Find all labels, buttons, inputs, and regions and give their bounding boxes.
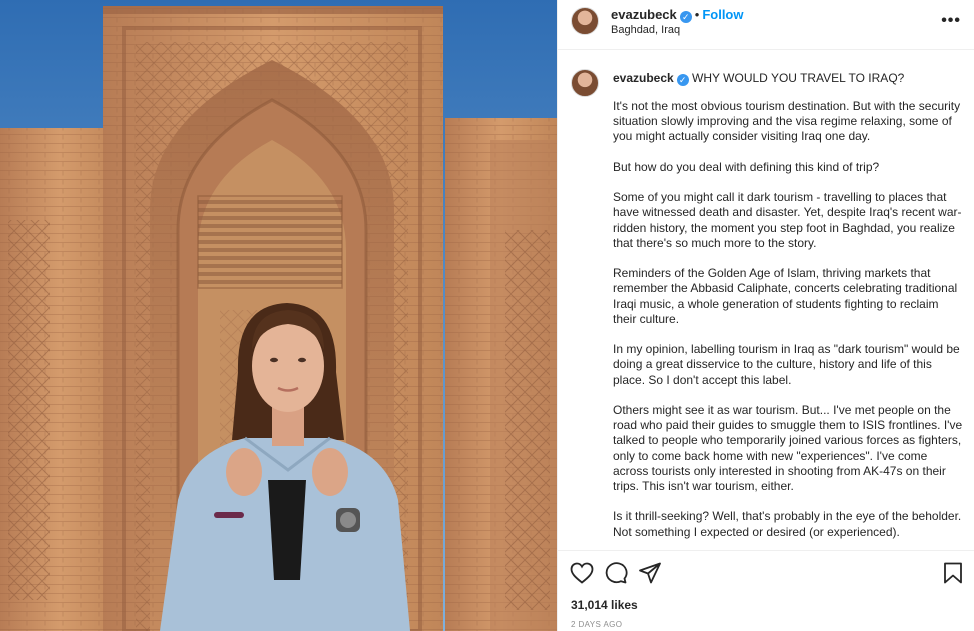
caption-body: It's not the most obvious tourism destin… bbox=[613, 99, 965, 549]
location-link[interactable]: Baghdad, Iraq bbox=[611, 24, 680, 36]
caption-avatar[interactable] bbox=[571, 69, 599, 97]
post-photo[interactable] bbox=[0, 0, 557, 631]
caption-paragraph: It's not the most obvious tourism destin… bbox=[613, 99, 961, 144]
caption-title-line: evazubeck ✓ WHY WOULD YOU TRAVEL TO IRAQ? bbox=[613, 71, 904, 86]
caption-title: WHY WOULD YOU TRAVEL TO IRAQ? bbox=[692, 71, 905, 85]
post-panel: evazubeck ✓ • Follow Baghdad, Iraq ••• evaz… bbox=[557, 0, 974, 631]
heart-icon[interactable] bbox=[570, 562, 594, 584]
verified-badge-icon: ✓ bbox=[679, 11, 692, 23]
like-count[interactable]: 31,014 likes bbox=[571, 598, 638, 612]
header-username[interactable]: evazubeck bbox=[611, 7, 677, 22]
more-options-icon[interactable]: ••• bbox=[941, 12, 961, 30]
comment-icon[interactable] bbox=[604, 562, 628, 584]
action-bar: 31,014 likes 2 DAYS AGO bbox=[558, 550, 974, 631]
caption-area[interactable]: evazubeck ✓ WHY WOULD YOU TRAVEL TO IRAQ?… bbox=[558, 51, 974, 549]
bookmark-icon[interactable] bbox=[943, 562, 963, 584]
caption-paragraph: In my opinion, labelling tourism in Iraq… bbox=[613, 342, 960, 387]
caption-paragraph: Reminders of the Golden Age of Islam, th… bbox=[613, 266, 958, 326]
post-date[interactable]: 2 DAYS AGO bbox=[571, 620, 622, 629]
avatar[interactable] bbox=[571, 7, 599, 35]
caption-username[interactable]: evazubeck bbox=[613, 71, 674, 85]
separator-dot: • bbox=[694, 7, 700, 22]
caption-paragraph: Is it thrill-seeking? Well, that's proba… bbox=[613, 509, 962, 539]
post-header: evazubeck ✓ • Follow Baghdad, Iraq ••• bbox=[558, 0, 974, 50]
header-user-line: evazubeck ✓ • Follow bbox=[611, 7, 744, 23]
verified-badge-icon: ✓ bbox=[676, 74, 689, 86]
caption-paragraph: Some of you might call it dark tourism -… bbox=[613, 190, 962, 250]
caption-paragraph: But how do you deal with defining this k… bbox=[613, 159, 880, 174]
share-icon[interactable] bbox=[638, 562, 662, 584]
follow-button[interactable]: Follow bbox=[702, 7, 743, 22]
photo-illustration bbox=[0, 0, 557, 631]
caption-paragraph: Others might see it as war tourism. But.… bbox=[613, 402, 963, 493]
